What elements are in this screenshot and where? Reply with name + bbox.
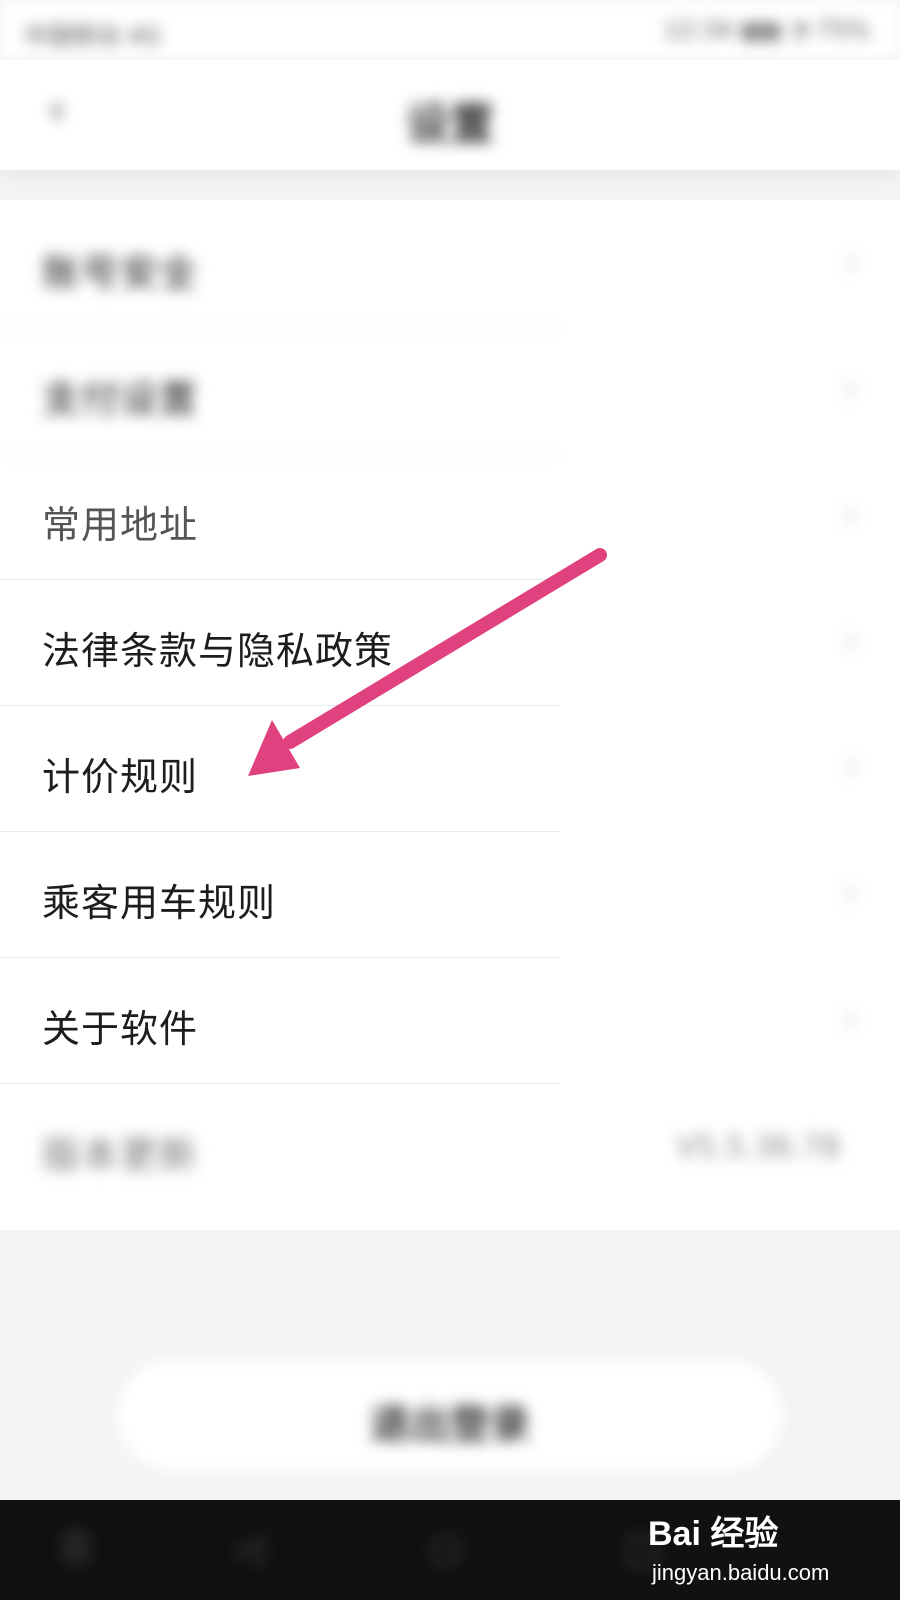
page-title: 设置 bbox=[406, 99, 494, 150]
logout-button[interactable]: 退出登录 bbox=[118, 1360, 782, 1470]
settings-item-label: 计价规则 bbox=[42, 755, 199, 799]
settings-item-label: 版本更新 bbox=[42, 1133, 199, 1177]
nav-bar: ‹ 设置 bbox=[0, 60, 900, 170]
settings-item-label: 账号安全 bbox=[42, 251, 199, 295]
baidu-jingyan-watermark: Bai 经验 jingyan.baidu.com bbox=[648, 1502, 868, 1592]
chevron-right-icon: › bbox=[842, 744, 858, 788]
settings-item-label: 支付设置 bbox=[42, 377, 199, 421]
settings-item-label: 法律条款与隐私政策 bbox=[42, 629, 394, 673]
status-bar: 中国移动 4G 12:34 ▮▮▮ ◔ 75% bbox=[0, 0, 900, 60]
settings-item-common-address[interactable]: 常用地址 › bbox=[0, 452, 900, 580]
carrier-label: 中国移动 4G bbox=[24, 22, 162, 50]
settings-item-version-update[interactable]: 版本更新 V5.5.36.78 bbox=[0, 1082, 900, 1210]
version-value: V5.5.36.78 bbox=[676, 1130, 840, 1165]
settings-item-label: 乘客用车规则 bbox=[42, 881, 277, 925]
watermark-brand: Bai 经验 bbox=[648, 1515, 779, 1553]
chevron-right-icon: › bbox=[842, 240, 858, 284]
settings-item-passenger-rules[interactable]: 乘客用车规则 › bbox=[0, 830, 900, 958]
back-icon[interactable]: ◁ bbox=[235, 1528, 263, 1569]
chevron-right-icon: › bbox=[842, 618, 858, 662]
settings-item-payment[interactable]: 支付设置 › bbox=[0, 326, 900, 454]
settings-item-account-security[interactable]: 账号安全 › bbox=[0, 200, 900, 328]
status-icons: 12:34 ▮▮▮ ◔ 75% bbox=[664, 16, 870, 44]
chevron-right-icon: › bbox=[842, 366, 858, 410]
settings-item-about[interactable]: 关于软件 › bbox=[0, 956, 900, 1084]
chevron-right-icon: › bbox=[842, 870, 858, 914]
chevron-right-icon: › bbox=[842, 492, 858, 536]
settings-item-pricing-rules[interactable]: 计价规则 › bbox=[0, 704, 900, 832]
menu-icon[interactable]: ☰ bbox=[60, 1528, 92, 1569]
settings-item-legal-privacy[interactable]: 法律条款与隐私政策 › bbox=[0, 578, 900, 706]
settings-list: 账号安全 › 支付设置 › 常用地址 › 法律条款与隐私政策 › 计价规则 › … bbox=[0, 200, 900, 1230]
settings-item-label: 关于软件 bbox=[42, 1007, 199, 1051]
watermark-url: jingyan.baidu.com bbox=[652, 1560, 830, 1585]
logout-label: 退出登录 bbox=[370, 1402, 530, 1448]
home-icon[interactable]: ○ bbox=[430, 1528, 461, 1569]
chevron-right-icon: › bbox=[842, 996, 858, 1040]
settings-item-label: 常用地址 bbox=[42, 503, 199, 547]
